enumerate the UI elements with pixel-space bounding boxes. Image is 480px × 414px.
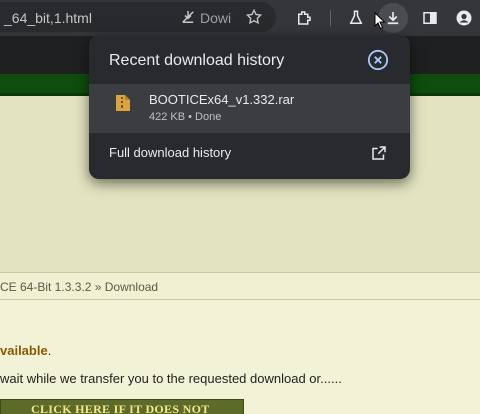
url-text[interactable]: _64_bit,1.html <box>4 10 92 26</box>
address-bar[interactable]: _64_bit,1.html Dowi <box>0 2 276 32</box>
breadcrumb-bar: CE 64-Bit 1.3.3.2 » Download <box>0 272 480 300</box>
click-here-label: CLICK HERE IF IT DOES NOT <box>31 402 210 414</box>
full-history-link[interactable]: Full download history <box>89 135 410 171</box>
click-here-button[interactable]: CLICK HERE IF IT DOES NOT <box>0 399 244 414</box>
download-popup: Recent download history BOOTICEx64_v1.33… <box>89 35 410 179</box>
url-status-text: Dowi <box>200 10 232 26</box>
extensions-icon[interactable] <box>292 6 316 30</box>
download-icon <box>387 12 399 25</box>
close-icon <box>367 49 389 71</box>
file-status: 422 KB • Done <box>149 111 222 123</box>
file-name: BOOTICEx64_v1.332.rar <box>149 92 295 107</box>
toolbar-divider <box>330 10 331 26</box>
full-history-label: Full download history <box>109 145 232 160</box>
popup-title: Recent download history <box>109 52 285 69</box>
breadcrumb[interactable]: CE 64-Bit 1.3.3.2 » Download <box>0 280 158 294</box>
archive-file-icon <box>116 95 130 111</box>
wait-message: wait while we transfer you to the reques… <box>0 371 342 386</box>
star-icon[interactable] <box>242 5 266 29</box>
side-panel-icon[interactable] <box>418 6 442 30</box>
browser-toolbar: _64_bit,1.html Dowi <box>0 0 480 36</box>
availability-text: vailable. <box>0 343 51 358</box>
profile-icon[interactable] <box>452 6 476 30</box>
close-button[interactable] <box>366 48 390 72</box>
download-blocked-icon[interactable] <box>176 5 200 29</box>
availability-suffix: . <box>47 343 52 358</box>
labs-icon[interactable] <box>344 6 368 30</box>
page-body: vailable. wait while we transfer you to … <box>0 300 480 414</box>
mouse-cursor-icon <box>374 12 386 30</box>
download-item[interactable]: BOOTICEx64_v1.332.rar 422 KB • Done <box>89 84 410 133</box>
availability-status: vailable <box>0 343 48 358</box>
open-in-new-icon <box>372 146 386 160</box>
